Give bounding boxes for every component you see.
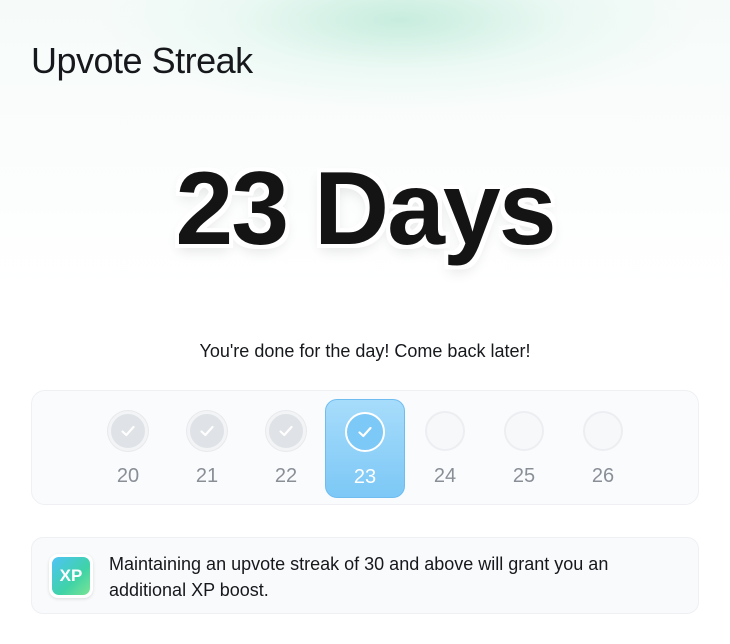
streak-day-label: 23 [353,466,377,488]
checkmark-icon [187,411,227,451]
streak-day-label: 22 [274,465,298,487]
streak-count: 23 Days [175,151,556,267]
streak-day-label: 20 [116,465,140,487]
streak-day-label: 25 [512,465,536,487]
checkmark-icon [108,411,148,451]
streak-day-21: 21 [167,399,247,498]
checkmark-icon [266,411,306,451]
empty-circle-icon [425,411,465,451]
xp-badge-text: XP [52,557,90,595]
streak-day-label: 21 [195,465,219,487]
streak-day-23-today: 23 [325,399,405,498]
empty-circle-icon [583,411,623,451]
streak-calendar: 20 21 22 23 24 25 26 [31,390,699,505]
xp-boost-info: XP Maintaining an upvote streak of 30 an… [31,537,699,614]
streak-day-label: 24 [433,465,457,487]
empty-circle-icon [504,411,544,451]
checkmark-icon [345,412,385,452]
streak-day-25: 25 [484,399,564,498]
streak-day-24: 24 [405,399,485,498]
streak-day-22: 22 [246,399,326,498]
streak-day-label: 26 [591,465,615,487]
upvote-streak-page: Upvote Streak 23 Days You're done for th… [0,0,730,644]
page-title: Upvote Streak [31,40,253,81]
streak-day-26: 26 [563,399,643,498]
streak-status-message: You're done for the day! Come back later… [199,341,531,361]
xp-boost-message: Maintaining an upvote streak of 30 and a… [109,554,609,600]
streak-day-20: 20 [88,399,168,498]
xp-badge-icon: XP [49,554,93,598]
